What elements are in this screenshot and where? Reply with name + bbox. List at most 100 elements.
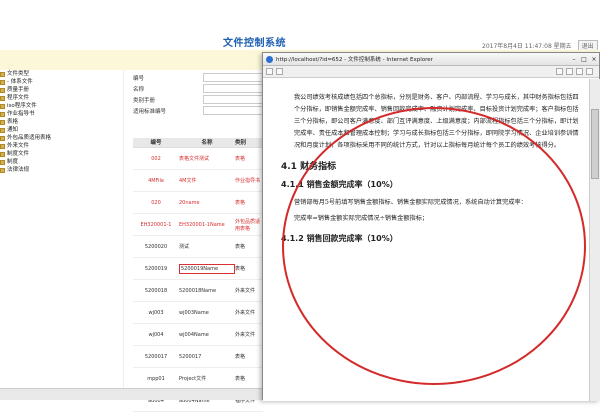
cell-type: 表格 <box>235 244 246 250</box>
close-icon[interactable]: × <box>589 56 599 63</box>
sidebar: 文件类型 - 体系文件 质量手册 程序文件 iso程序文件 作业指导书 表格 通… <box>0 70 124 400</box>
maximize-icon[interactable]: □ <box>579 56 589 63</box>
table-row[interactable]: 020 20name 表格 <box>133 192 263 214</box>
tree-item[interactable]: 程序文件 <box>0 94 123 102</box>
zoom-icon[interactable] <box>576 68 583 75</box>
table-row[interactable]: EH320001-1 EH320001-1Name 外包品质适用表格 <box>133 214 263 236</box>
folder-icon <box>0 143 5 149</box>
cell-name-text: 5200019Name <box>179 263 235 274</box>
folder-icon <box>0 167 5 173</box>
tree-item[interactable]: 外来文件 <box>0 142 123 150</box>
folder-icon <box>0 71 5 77</box>
cell-type: 表格 <box>235 376 246 382</box>
datetime: 2017年8月4日 11:47:08 星期五 <box>482 43 572 50</box>
document-table: 编号 名称 类别 002 表格文件测试 表格 4MFile 4M文件 作业指导书 020 20… <box>133 138 263 412</box>
save-icon[interactable] <box>566 68 573 75</box>
category-input[interactable] <box>203 95 263 104</box>
tree-item[interactable]: iso程序文件 <box>0 102 123 110</box>
cell-type: 表格 <box>235 354 246 360</box>
tree-item[interactable]: 文件类型 <box>0 70 123 78</box>
cell-code: 5200018 <box>144 287 168 294</box>
tree-item[interactable]: 作业指导书 <box>0 110 123 118</box>
form-row: 类别手册 <box>133 94 263 105</box>
ie-toolbar <box>263 66 599 78</box>
folder-icon <box>0 103 5 109</box>
tree-item[interactable]: 法律法规 <box>0 166 123 174</box>
table-row[interactable]: 5200017 5200017 表格 <box>133 346 263 368</box>
folder-icon <box>0 119 5 125</box>
cell-name-text: wj004Name <box>179 331 209 338</box>
column-header[interactable]: 类别 <box>235 138 263 147</box>
ie-icon <box>266 55 273 63</box>
cell-code: mpp01 <box>147 375 165 382</box>
tree-item[interactable]: 制度 <box>0 158 123 166</box>
tree-item[interactable]: 质量手册 <box>0 86 123 94</box>
cell-name: 20name <box>179 200 235 206</box>
cell-name-text: 4M文件 <box>179 178 197 184</box>
doc-paragraph: 我公司绩效考核成绩包括四个总指标，分别是财务、客户、内部流程、学习与成长，其中财… <box>294 94 579 149</box>
cell-type: 外包品质适用表格 <box>235 218 261 232</box>
scroll-thumb[interactable] <box>591 109 599 179</box>
cell-name: 5200019Name <box>179 263 235 274</box>
cell-name-text: 5200017 <box>179 353 202 360</box>
form-row: 名称 <box>133 83 263 94</box>
document-viewer: 我公司绩效考核成绩包括四个总指标，分别是财务、客户、内部流程、学习与成长，其中财… <box>263 79 589 401</box>
find-icon[interactable] <box>586 68 593 75</box>
cell-code: 002 <box>151 155 161 162</box>
minimize-icon[interactable]: – <box>569 56 579 63</box>
form-row: 适用标准编号 <box>133 105 263 116</box>
code-input[interactable] <box>203 73 263 82</box>
column-header[interactable]: 名称 <box>179 138 235 147</box>
cell-name: wj004Name <box>179 332 235 338</box>
table-row[interactable]: 002 表格文件测试 表格 <box>133 148 263 170</box>
column-header[interactable]: 编号 <box>133 138 179 147</box>
table-row[interactable]: 5200020 测试 表格 <box>133 236 263 258</box>
cell-name: Project文件 <box>179 375 235 382</box>
cell-code: 4MFile <box>148 177 164 184</box>
folder-icon <box>0 79 5 85</box>
page-icon[interactable] <box>556 68 563 75</box>
tree-item[interactable]: 表格 <box>0 118 123 126</box>
cell-code: 5200020 <box>144 243 168 250</box>
name-input[interactable] <box>203 84 263 93</box>
folder-icon <box>0 127 5 133</box>
tree-item[interactable]: - 体系文件 <box>0 78 123 86</box>
cell-type: 外来文件 <box>235 310 256 316</box>
tree-item[interactable]: 制度文件 <box>0 150 123 158</box>
cell-name-text: 测试 <box>179 244 190 250</box>
tree-item[interactable]: 外包品质适用表格 <box>0 134 123 142</box>
folder-icon <box>0 111 5 117</box>
cell-name-text: 20name <box>179 199 200 206</box>
table-row[interactable]: 4MFile 4M文件 作业指导书 <box>133 170 263 192</box>
back-icon[interactable] <box>266 68 273 75</box>
standard-code-input[interactable] <box>203 106 263 115</box>
form-row: 编号 <box>133 72 263 83</box>
doc-subheading: 4.1.2 销售回款完成率（10%） <box>281 234 398 243</box>
cell-name-text: 表格文件测试 <box>179 156 210 162</box>
cell-name: 测试 <box>179 243 235 250</box>
cell-name: 5200018Name <box>179 288 235 294</box>
cell-code: 5200019 <box>144 265 168 272</box>
cell-code: 020 <box>151 199 161 206</box>
print-icon[interactable] <box>276 68 283 75</box>
cell-name: EH320001-1Name <box>179 222 235 228</box>
ie-title-bar: http://localhost/?id=652 - 文件控制系统 - Inte… <box>263 53 599 66</box>
cell-code: 5200017 <box>144 353 168 360</box>
cell-name-text: 5200018Name <box>179 287 217 294</box>
table-row[interactable]: wj003 wj003Name 外来文件 <box>133 302 263 324</box>
tree-item[interactable]: 通知 <box>0 126 123 134</box>
table-row[interactable]: 5200019 5200019Name 表格 <box>133 258 263 280</box>
search-form: 编号 名称 类别手册 适用标准编号 <box>133 72 263 116</box>
vertical-scrollbar[interactable] <box>589 79 600 401</box>
table-row[interactable]: 5200018 5200018Name 外来文件 <box>133 280 263 302</box>
app-title: 文件控制系统 <box>223 38 286 49</box>
cell-code: wj004 <box>148 331 164 338</box>
cell-type: 外来文件 <box>235 332 256 338</box>
cell-code: wj003 <box>148 309 164 316</box>
table-body: 002 表格文件测试 表格 4MFile 4M文件 作业指导书 020 20name 表格 EH3… <box>133 147 263 412</box>
cell-name-text: Project文件 <box>179 376 207 382</box>
header: 文件控制系统 2017年8月4日 11:47:08 星期五 退出 <box>0 0 600 51</box>
table-row[interactable]: mpp01 Project文件 表格 <box>133 368 263 390</box>
table-row[interactable]: wj004 wj004Name 外来文件 <box>133 324 263 346</box>
cell-type: 表格 <box>235 156 246 162</box>
